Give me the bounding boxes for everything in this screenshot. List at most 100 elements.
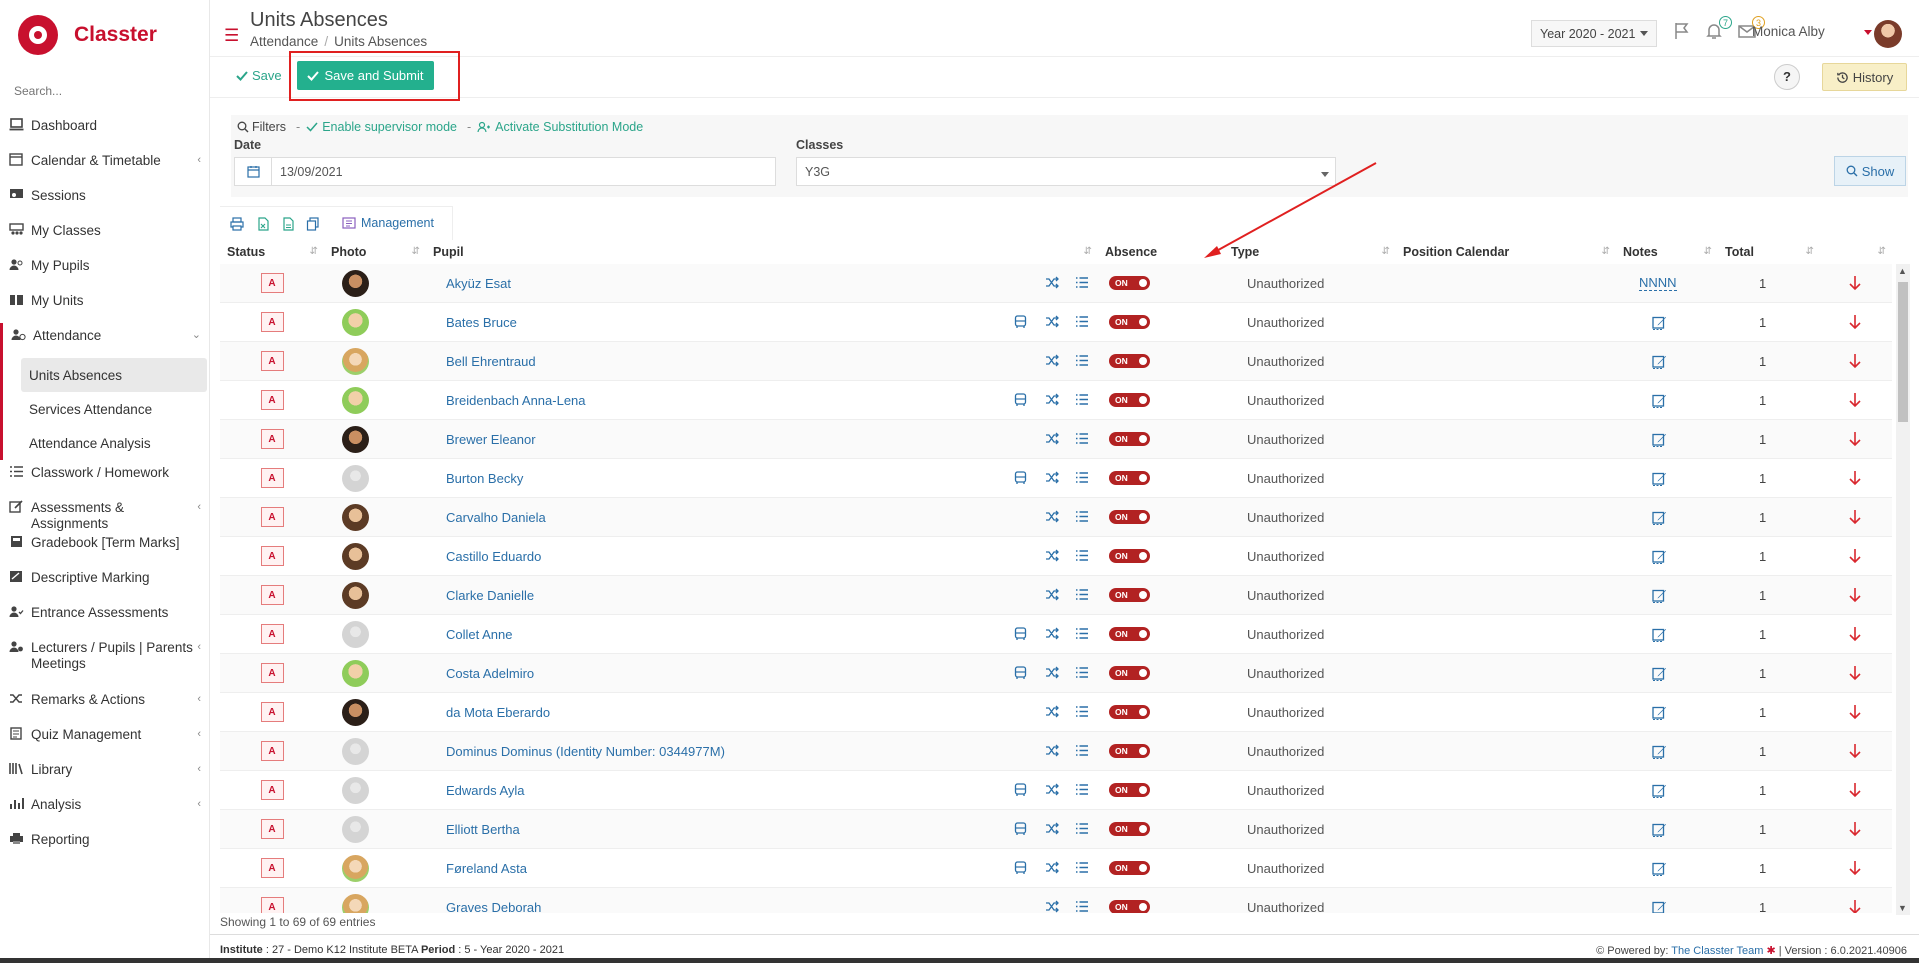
- list-icon[interactable]: [1075, 471, 1090, 486]
- list-icon[interactable]: [1075, 744, 1090, 759]
- sidebar-subitem-attendance-analysis[interactable]: Attendance Analysis: [3, 426, 207, 460]
- shuffle-icon[interactable]: [1045, 393, 1060, 408]
- col-photo[interactable]: Photo ⇵: [324, 240, 426, 264]
- absence-toggle[interactable]: ON: [1109, 861, 1150, 875]
- bus-icon[interactable]: [1014, 665, 1029, 681]
- absence-toggle[interactable]: ON: [1109, 705, 1150, 719]
- absence-toggle[interactable]: ON: [1109, 432, 1150, 446]
- pupil-name-link[interactable]: Edwards Ayla: [446, 783, 525, 798]
- pupil-name-link[interactable]: Breidenbach Anna-Lena: [446, 393, 586, 408]
- shuffle-icon[interactable]: [1045, 822, 1060, 837]
- status-badge[interactable]: A: [260, 819, 284, 839]
- classes-select[interactable]: Y3G: [796, 157, 1336, 186]
- status-badge[interactable]: A: [260, 585, 284, 605]
- absence-toggle[interactable]: ON: [1109, 393, 1150, 407]
- notes-link[interactable]: NNNN: [1639, 275, 1677, 291]
- arrow-down-icon[interactable]: [1849, 782, 1861, 798]
- calendar-icon[interactable]: [235, 158, 272, 185]
- sidebar-search-input[interactable]: [14, 80, 199, 102]
- shuffle-icon[interactable]: [1045, 276, 1060, 291]
- sidebar-item-calendar-timetable[interactable]: Calendar & Timetable ‹: [0, 148, 209, 183]
- pupil-name-link[interactable]: Graves Deborah: [446, 900, 541, 914]
- col-status[interactable]: Status ⇵: [220, 240, 324, 264]
- classter-logo[interactable]: Classter: [18, 12, 157, 58]
- save-button[interactable]: Save: [236, 68, 282, 83]
- sidebar-subitem-units-absences[interactable]: Units Absences: [21, 358, 207, 392]
- sidebar-item-my-units[interactable]: My Units: [0, 288, 209, 323]
- arrow-down-icon[interactable]: [1849, 665, 1861, 681]
- list-icon[interactable]: [1075, 354, 1090, 369]
- shuffle-icon[interactable]: [1045, 315, 1060, 330]
- col-position-calendar[interactable]: Position Calendar ⇵: [1396, 240, 1616, 264]
- status-badge[interactable]: A: [260, 663, 284, 683]
- sidebar-item-analysis[interactable]: Analysis ‹: [0, 792, 209, 827]
- pupil-name-link[interactable]: Bates Bruce: [446, 315, 517, 330]
- absence-toggle[interactable]: ON: [1109, 900, 1150, 913]
- edit-notes-icon[interactable]: [1652, 432, 1667, 447]
- scrollbar-thumb[interactable]: [1898, 282, 1908, 422]
- shuffle-icon[interactable]: [1045, 861, 1060, 876]
- sidebar-item-assessments-assignments[interactable]: Assessments & Assignments ‹: [0, 495, 209, 531]
- hamburger-menu-icon[interactable]: ☰: [224, 26, 239, 46]
- csv-export-icon[interactable]: [281, 217, 295, 231]
- edit-notes-icon[interactable]: [1652, 627, 1667, 642]
- date-field[interactable]: 13/09/2021: [234, 157, 776, 186]
- status-badge[interactable]: A: [260, 507, 284, 527]
- absence-toggle[interactable]: ON: [1109, 627, 1150, 641]
- bus-icon[interactable]: [1014, 782, 1029, 798]
- shuffle-icon[interactable]: [1045, 588, 1060, 603]
- status-badge[interactable]: A: [260, 624, 284, 644]
- shuffle-icon[interactable]: [1045, 432, 1060, 447]
- edit-notes-icon[interactable]: [1652, 861, 1667, 876]
- year-select[interactable]: Year 2020 - 2021: [1531, 20, 1657, 47]
- absence-toggle[interactable]: ON: [1109, 666, 1150, 680]
- arrow-down-icon[interactable]: [1849, 704, 1861, 720]
- shuffle-icon[interactable]: [1045, 783, 1060, 798]
- edit-notes-icon[interactable]: [1652, 783, 1667, 798]
- pupil-name-link[interactable]: Akyüz Esat: [446, 276, 511, 291]
- absence-toggle[interactable]: ON: [1109, 471, 1150, 485]
- pupil-name-link[interactable]: da Mota Eberardo: [446, 705, 550, 720]
- edit-notes-icon[interactable]: [1652, 549, 1667, 564]
- col-pupil[interactable]: Pupil ⇵: [426, 240, 1098, 264]
- list-icon[interactable]: [1075, 510, 1090, 525]
- absence-toggle[interactable]: ON: [1109, 822, 1150, 836]
- sidebar-item-quiz-management[interactable]: Quiz Management ‹: [0, 722, 209, 757]
- edit-notes-icon[interactable]: [1652, 393, 1667, 408]
- edit-notes-icon[interactable]: [1652, 510, 1667, 525]
- arrow-down-icon[interactable]: [1849, 353, 1861, 369]
- arrow-down-icon[interactable]: [1849, 509, 1861, 525]
- pupil-name-link[interactable]: Carvalho Daniela: [446, 510, 546, 525]
- filters-toggle[interactable]: Filters: [237, 120, 286, 134]
- sidebar-item-sessions[interactable]: Sessions: [0, 183, 209, 218]
- list-icon[interactable]: [1075, 627, 1090, 642]
- edit-notes-icon[interactable]: [1652, 315, 1667, 330]
- shuffle-icon[interactable]: [1045, 666, 1060, 681]
- arrow-down-icon[interactable]: [1849, 470, 1861, 486]
- sidebar-item-lecturers-pupils-parents-meetings[interactable]: Lecturers / Pupils | Parents Meetings ‹: [0, 635, 209, 687]
- sidebar-item-remarks-actions[interactable]: Remarks & Actions ‹: [0, 687, 209, 722]
- arrow-down-icon[interactable]: [1849, 314, 1861, 330]
- bus-icon[interactable]: [1014, 821, 1029, 837]
- sidebar-item-attendance[interactable]: Attendance ⌄: [0, 323, 209, 358]
- sidebar-item-entrance-assessments[interactable]: Entrance Assessments: [0, 600, 209, 635]
- management-button[interactable]: Management: [342, 216, 434, 230]
- absence-toggle[interactable]: ON: [1109, 783, 1150, 797]
- pupil-name-link[interactable]: Elliott Bertha: [446, 822, 520, 837]
- enable-supervisor-mode-link[interactable]: Enable supervisor mode: [306, 120, 457, 134]
- sidebar-item-classwork-homework[interactable]: Classwork / Homework: [0, 460, 209, 495]
- status-badge[interactable]: A: [260, 468, 284, 488]
- scroll-down-icon[interactable]: ▼: [1898, 903, 1907, 913]
- pupil-name-link[interactable]: Costa Adelmiro: [446, 666, 534, 681]
- pupil-name-link[interactable]: Castillo Eduardo: [446, 549, 541, 564]
- pupil-name-link[interactable]: Burton Becky: [446, 471, 523, 486]
- user-avatar[interactable]: [1874, 20, 1902, 48]
- edit-notes-icon[interactable]: [1652, 354, 1667, 369]
- absence-toggle[interactable]: ON: [1109, 276, 1150, 290]
- flag-icon[interactable]: [1672, 21, 1694, 41]
- absence-toggle[interactable]: ON: [1109, 588, 1150, 602]
- edit-notes-icon[interactable]: [1652, 900, 1667, 913]
- status-badge[interactable]: A: [260, 429, 284, 449]
- absence-toggle[interactable]: ON: [1109, 549, 1150, 563]
- activate-substitution-mode-link[interactable]: Activate Substitution Mode: [477, 120, 643, 134]
